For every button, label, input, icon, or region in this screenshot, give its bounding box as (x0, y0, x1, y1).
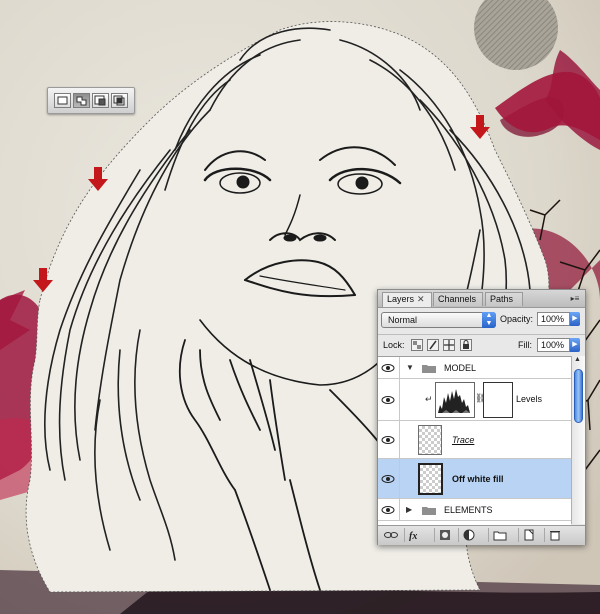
layer-row-off-white-fill[interactable]: Off white fill (378, 459, 571, 499)
expand-triangle-icon[interactable]: ▶ (406, 505, 412, 514)
layers-panel: Layers ✕ Channels Paths ▸≡ Normal ▲ ▼ Opac… (377, 289, 586, 545)
visibility-toggle[interactable] (378, 379, 400, 420)
scroll-thumb[interactable] (574, 369, 583, 423)
mask-icon (440, 530, 450, 540)
lock-image-brush-icon[interactable] (427, 339, 439, 351)
layer-row-trace[interactable]: Trace (378, 421, 571, 459)
fx-icon: fx (409, 531, 417, 541)
new-selection-icon (57, 96, 68, 105)
new-layer-icon (524, 529, 534, 541)
close-icon[interactable]: ✕ (417, 294, 425, 304)
intersect-selection-button[interactable] (111, 93, 128, 108)
eye-icon (381, 396, 395, 404)
panel-menu-icon[interactable]: ▸≡ (568, 293, 582, 304)
trash-icon (550, 531, 560, 541)
lock-label: Lock: (383, 340, 405, 350)
layer-name: ELEMENTS (444, 505, 493, 515)
folder-icon (422, 365, 436, 373)
panel-tabs: Layers ✕ Channels Paths ▸≡ (378, 290, 585, 308)
eye-icon (381, 436, 395, 444)
layer-row-model[interactable]: ▼ MODEL (378, 357, 571, 379)
folder-icon (493, 531, 507, 541)
add-mask-button[interactable] (434, 528, 455, 542)
lock-fill-row: Lock: Fill: 100% ▶ (378, 334, 585, 354)
blend-mode-select[interactable]: Normal ▲ ▼ (381, 312, 496, 328)
subtract-from-selection-icon (94, 95, 106, 106)
fill-input[interactable]: 100% (537, 338, 570, 352)
layer-row-elements[interactable]: ▶ ELEMENTS (378, 499, 571, 521)
opacity-input[interactable]: 100% (537, 312, 570, 326)
link-layers-button[interactable] (380, 528, 400, 542)
tab-channels[interactable]: Channels (433, 292, 483, 306)
new-selection-button[interactable] (54, 93, 71, 108)
subtract-from-selection-button[interactable] (92, 93, 109, 108)
visibility-toggle[interactable] (378, 459, 400, 498)
lock-position-move-icon[interactable] (443, 339, 455, 351)
opacity-label: Opacity: (500, 314, 534, 324)
fill-slider-arrow-icon[interactable]: ▶ (570, 338, 580, 352)
lock-transparency-icon[interactable] (411, 339, 423, 351)
layer-mask-thumbnail[interactable] (483, 382, 513, 418)
tab-layers-label: Layers (387, 294, 415, 304)
expand-triangle-icon[interactable]: ▼ (406, 363, 414, 372)
tab-paths[interactable]: Paths (485, 292, 523, 306)
layer-thumbnail (418, 425, 442, 455)
add-to-selection-icon (76, 96, 87, 106)
selection-mode-toolbar (47, 87, 135, 114)
visibility-toggle[interactable] (378, 357, 400, 378)
tab-channels-label: Channels (438, 294, 477, 304)
intersect-selection-icon (113, 95, 125, 106)
clip-arrow-icon: ↵ (425, 394, 433, 404)
new-layer-button[interactable] (518, 528, 539, 542)
new-group-button[interactable] (488, 528, 509, 542)
layer-name: Trace (452, 435, 475, 445)
eye-icon (381, 506, 395, 514)
layer-name: Off white fill (452, 474, 504, 484)
delete-layer-button[interactable] (544, 528, 565, 542)
eye-icon (381, 475, 395, 483)
lock-all-icon[interactable] (460, 339, 472, 351)
select-arrows-icon: ▲ ▼ (482, 312, 496, 328)
scroll-up-icon[interactable]: ▲ (574, 356, 581, 363)
add-to-selection-button[interactable] (73, 93, 90, 108)
half-circle-icon (463, 529, 475, 541)
panel-bottom-toolbar: fx (378, 525, 585, 545)
tab-paths-label: Paths (490, 294, 514, 304)
eye-icon (381, 364, 395, 372)
layers-list: ▼ MODEL ↵ ⛓ Levels Trace Off white fill (378, 356, 571, 525)
link-icon (384, 532, 398, 538)
layer-name: Levels (516, 394, 543, 404)
layer-style-button[interactable]: fx (404, 528, 425, 542)
folder-icon (422, 507, 436, 515)
histogram-icon (438, 389, 470, 413)
opacity-slider-arrow-icon[interactable]: ▶ (570, 312, 580, 326)
levels-adjustment-thumbnail (435, 382, 475, 418)
layer-row-levels[interactable]: ↵ ⛓ Levels (378, 379, 571, 421)
svg-text:fx: fx (409, 531, 417, 541)
layer-name: MODEL (444, 363, 477, 373)
fill-label: Fill: (518, 340, 532, 350)
tab-layers[interactable]: Layers ✕ (382, 292, 432, 307)
visibility-toggle[interactable] (378, 421, 400, 458)
blend-opacity-row: Normal ▲ ▼ Opacity: 100% ▶ (378, 309, 585, 331)
blend-mode-value: Normal (388, 315, 418, 325)
layer-thumbnail (418, 463, 443, 495)
visibility-toggle[interactable] (378, 499, 400, 520)
adjustment-layer-button[interactable] (458, 528, 479, 542)
layers-scrollbar[interactable]: ▲ (571, 356, 585, 524)
